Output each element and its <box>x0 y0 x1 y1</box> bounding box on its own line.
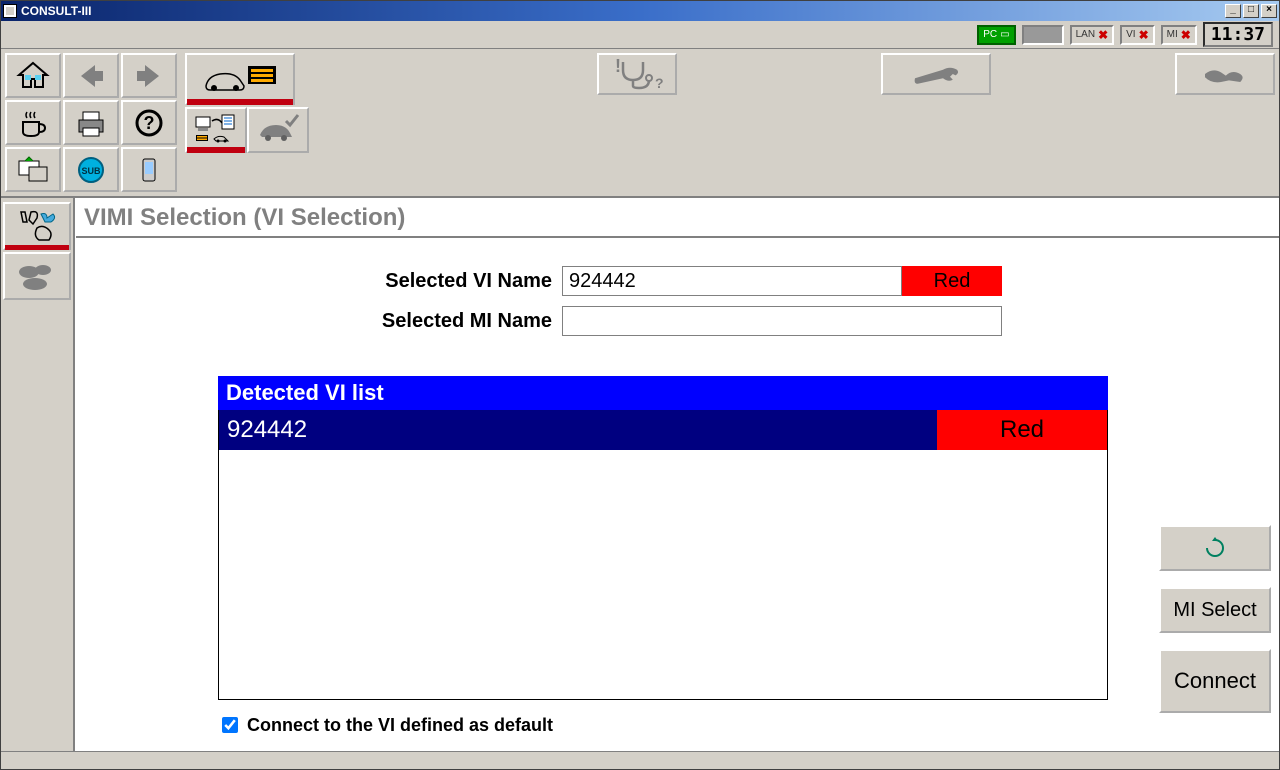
sub-icon: SUB <box>73 155 109 185</box>
pc-link-car-icon <box>194 113 238 147</box>
help-button[interactable]: ? <box>121 100 177 145</box>
bottom-statusbar <box>1 751 1279 769</box>
minimize-button[interactable]: _ <box>1225 4 1241 18</box>
tab-vehicle-select[interactable] <box>185 53 295 105</box>
mi-name-label: Selected MI Name <box>92 310 562 333</box>
status-vi: VI ✖ <box>1120 25 1155 45</box>
svg-text:?: ? <box>655 75 664 90</box>
tab-handshake[interactable] <box>1175 53 1275 95</box>
coffee-icon <box>15 108 51 138</box>
refresh-button[interactable] <box>1159 525 1271 571</box>
svg-text:?: ? <box>144 113 155 133</box>
arrow-left-icon <box>73 61 109 91</box>
default-vi-checkbox-row[interactable]: Connect to the VI defined as default <box>218 714 1139 736</box>
tool-grid: ? SUB <box>1 49 181 196</box>
tab-area: !? <box>181 49 1279 196</box>
vi-color-chip: Red <box>902 266 1002 296</box>
app-window: CONSULT-III _ □ × PC ▭ LAN ✖ VI ✖ MI ✖ 1… <box>0 0 1280 770</box>
close-button[interactable]: × <box>1261 4 1277 18</box>
wrench-icon <box>908 58 964 90</box>
titlebar: CONSULT-III _ □ × <box>1 1 1279 21</box>
tools-hand-icon <box>13 208 61 244</box>
status-row: PC ▭ LAN ✖ VI ✖ MI ✖ 11:37 <box>1 21 1279 49</box>
status-lan: LAN ✖ <box>1070 25 1115 45</box>
subtab-vimi-selection[interactable] <box>185 107 247 153</box>
status-pc: PC ▭ <box>977 25 1015 45</box>
vi-list-box[interactable]: 924442 Red <box>218 410 1108 700</box>
pc-label: PC <box>983 29 997 40</box>
list-item-name: 924442 <box>219 410 937 450</box>
default-vi-checkbox[interactable] <box>222 717 238 733</box>
connect-label: Connect <box>1174 668 1256 694</box>
break-button[interactable] <box>5 100 61 145</box>
pc-icon: ▭ <box>1000 29 1009 40</box>
connect-button[interactable]: Connect <box>1159 649 1271 713</box>
arrow-right-icon <box>131 61 167 91</box>
rail-manual-select[interactable] <box>3 202 71 250</box>
left-rail <box>1 198 75 751</box>
vi-name-label: Selected VI Name <box>92 270 562 293</box>
forward-button[interactable] <box>121 53 177 98</box>
tab-diagnosis[interactable]: !? <box>597 53 677 95</box>
car-check-icon <box>256 113 300 147</box>
body: VIMI Selection (VI Selection) Selected V… <box>1 198 1279 751</box>
vi-name-row: Selected VI Name Red <box>92 266 1139 296</box>
lan-label: LAN <box>1076 29 1095 40</box>
status-empty <box>1022 25 1064 45</box>
clouds-icon <box>13 258 61 294</box>
vi-list: Detected VI list 924442 Red <box>218 376 1108 700</box>
app-icon <box>3 4 17 18</box>
mi-name-row: Selected MI Name <box>92 306 1139 336</box>
status-mi: MI ✖ <box>1161 25 1197 45</box>
clock: 11:37 <box>1203 22 1273 47</box>
printer-icon <box>73 108 109 138</box>
screen-capture-button[interactable] <box>5 147 61 192</box>
home-button[interactable] <box>5 53 61 98</box>
vi-name-input[interactable] <box>562 266 902 296</box>
screen-icon <box>15 155 51 185</box>
maximize-button[interactable]: □ <box>1243 4 1259 18</box>
device-button[interactable] <box>121 147 177 192</box>
vi-label: VI <box>1126 29 1135 40</box>
sub-mode-button[interactable]: SUB <box>63 147 119 192</box>
mi-label: MI <box>1167 29 1178 40</box>
vi-disconnected-icon: ✖ <box>1139 28 1149 42</box>
tab-maintenance[interactable] <box>881 53 991 95</box>
stethoscope-icon: !? <box>609 58 665 90</box>
mi-disconnected-icon: ✖ <box>1181 28 1191 42</box>
window-title: CONSULT-III <box>21 4 91 18</box>
list-item[interactable]: 924442 Red <box>219 410 1107 452</box>
content: VIMI Selection (VI Selection) Selected V… <box>75 198 1279 751</box>
list-item-color: Red <box>937 410 1107 450</box>
handshake-icon <box>1197 58 1253 90</box>
subtab-vehicle-confirm[interactable] <box>247 107 309 153</box>
car-display-icon <box>200 60 280 98</box>
refresh-icon <box>1204 537 1226 559</box>
default-vi-checkbox-label: Connect to the VI defined as default <box>247 715 553 736</box>
form-area: Selected VI Name Red Selected MI Name De… <box>76 238 1155 751</box>
pda-icon <box>131 155 167 185</box>
page-title: VIMI Selection (VI Selection) <box>76 198 1279 238</box>
action-buttons: MI Select Connect <box>1155 238 1279 721</box>
help-icon: ? <box>131 108 167 138</box>
svg-text:!: ! <box>615 58 621 76</box>
mi-select-button[interactable]: MI Select <box>1159 587 1271 633</box>
vi-list-title: Detected VI list <box>218 376 1108 410</box>
print-button[interactable] <box>63 100 119 145</box>
svg-text:SUB: SUB <box>81 166 101 176</box>
rail-auto-detect[interactable] <box>3 252 71 300</box>
home-icon <box>15 61 51 91</box>
mi-name-input[interactable] <box>562 306 1002 336</box>
back-button[interactable] <box>63 53 119 98</box>
mi-select-label: MI Select <box>1173 599 1256 622</box>
lan-disconnected-icon: ✖ <box>1098 28 1108 42</box>
toolbar: ? SUB <box>1 49 1279 198</box>
